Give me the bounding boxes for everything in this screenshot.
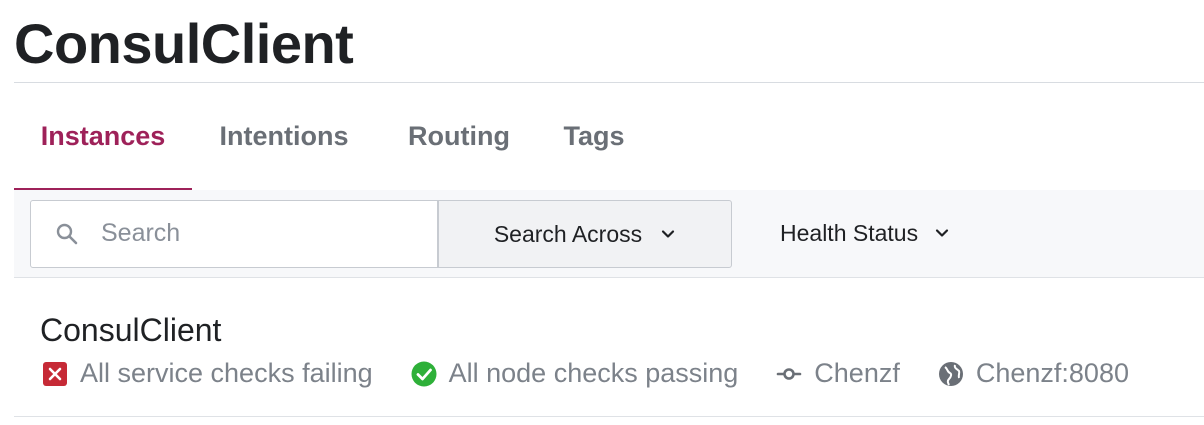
search-input[interactable] bbox=[101, 201, 421, 265]
list-item[interactable]: ConsulClient All service checks failing … bbox=[14, 278, 1204, 417]
tab-intentions[interactable]: Intentions bbox=[204, 84, 364, 188]
tab-routing[interactable]: Routing bbox=[390, 84, 528, 188]
page-title: ConsulClient bbox=[14, 12, 354, 75]
instance-address-text: Chenzf:8080 bbox=[975, 358, 1129, 388]
tab-tags[interactable]: Tags bbox=[550, 84, 638, 188]
health-status-dropdown[interactable]: Health Status bbox=[780, 200, 950, 266]
service-checks-text: All service checks failing bbox=[80, 358, 373, 388]
x-square-icon bbox=[43, 361, 67, 386]
service-checks-status: All service checks failing bbox=[42, 358, 373, 389]
instance-name[interactable]: ConsulClient bbox=[40, 310, 221, 350]
chevron-down-icon bbox=[662, 230, 675, 238]
tab-instances[interactable]: Instances bbox=[14, 84, 192, 192]
instance-meta: All service checks failing All node chec… bbox=[42, 358, 1167, 389]
node-checks-text: All node checks passing bbox=[448, 358, 739, 388]
title-divider bbox=[14, 82, 1204, 83]
health-status-label: Health Status bbox=[780, 219, 919, 246]
search-box bbox=[30, 200, 438, 268]
instance-address: Chenzf:8080 bbox=[938, 358, 1129, 389]
check-circle-icon bbox=[411, 361, 437, 386]
search-icon bbox=[56, 223, 78, 245]
node-name: Chenzf bbox=[776, 358, 900, 389]
tab-bar: Instances Intentions Routing Tags bbox=[14, 84, 1204, 192]
globe-icon bbox=[938, 361, 963, 386]
node-checks-status: All node checks passing bbox=[411, 358, 739, 389]
chevron-down-icon bbox=[935, 229, 949, 237]
search-across-dropdown[interactable]: Search Across bbox=[438, 200, 732, 268]
search-across-label: Search Across bbox=[493, 220, 643, 247]
node-name-text: Chenzf bbox=[814, 358, 900, 388]
node-icon bbox=[776, 367, 802, 380]
filter-bar: Search Across Health Status bbox=[14, 190, 1204, 278]
